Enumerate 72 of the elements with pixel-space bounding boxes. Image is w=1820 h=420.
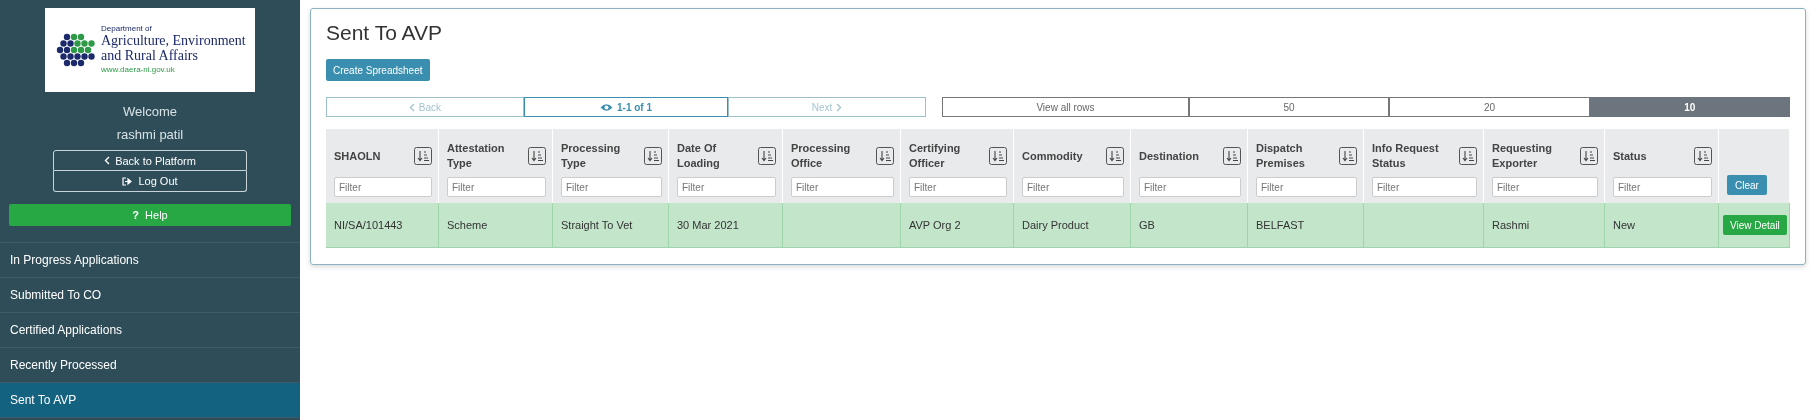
table-cell: 30 Mar 2021	[668, 203, 783, 248]
filter-field[interactable]: Filter	[1613, 177, 1712, 197]
logo-url: www.daera-ni.gov.uk	[101, 66, 176, 75]
sort-icon[interactable]	[528, 147, 546, 165]
column-label: Info Request Status	[1372, 141, 1440, 171]
filter-field[interactable]: Filter	[561, 177, 662, 197]
column-label: Certifying Officer	[909, 141, 962, 171]
sort-icon[interactable]	[1459, 147, 1477, 165]
page-size-button[interactable]: 10	[1589, 97, 1790, 117]
logo-department-text: Department of	[101, 25, 153, 34]
filter-field[interactable]: Filter	[1492, 177, 1598, 197]
eye-icon	[600, 102, 613, 112]
sort-icon[interactable]	[758, 147, 776, 165]
column-label: Date Of Loading	[677, 141, 721, 171]
filter-field[interactable]: Filter	[909, 177, 1007, 197]
table-cell: New	[1604, 203, 1719, 248]
column-label: Attestation Type	[447, 141, 506, 171]
create-spreadsheet-button[interactable]: Create Spreadsheet	[326, 59, 430, 81]
column-label: Status	[1613, 148, 1647, 164]
logo-title: and Rural Affairs	[101, 48, 199, 64]
page-range: 1-1 of 1	[523, 97, 729, 117]
sort-icon[interactable]	[1339, 147, 1357, 165]
page-title: Sent To AVP	[326, 21, 443, 45]
logo-title: Agriculture, Environment	[101, 33, 246, 49]
page-size-button[interactable]: View all rows	[942, 97, 1189, 117]
column-label: Dispatch Premises	[1256, 141, 1306, 171]
filter-field[interactable]: Filter	[677, 177, 776, 197]
filter-field[interactable]: Filter	[1139, 177, 1241, 197]
chevron-right-icon	[836, 102, 843, 112]
nav-item[interactable]: Sent To AVP	[0, 383, 300, 418]
log-out-button[interactable]: Log Out	[53, 171, 247, 192]
column-label: Requesting Exporter	[1492, 141, 1553, 171]
filter-field[interactable]: Filter	[447, 177, 546, 197]
nav-item[interactable]: In Progress Applications	[0, 243, 300, 278]
table-cell: AVP Org 2	[900, 203, 1014, 248]
column-label: SHAOLN	[334, 148, 381, 164]
nav-item[interactable]: Submitted To CO	[0, 278, 300, 313]
sort-icon[interactable]	[644, 147, 662, 165]
sort-icon[interactable]	[414, 147, 432, 165]
column-label: Processing Type	[561, 141, 622, 171]
chevron-left-icon	[408, 102, 415, 112]
table-cell: GB	[1130, 203, 1248, 248]
table-cell: Dairy Product	[1013, 203, 1131, 248]
table-cell: BELFAST	[1247, 203, 1364, 248]
page-size-button[interactable]: 50	[1188, 97, 1390, 117]
hexagon-dots-icon	[55, 32, 95, 68]
sort-icon[interactable]	[1223, 147, 1241, 165]
filter-field[interactable]: Filter	[334, 177, 432, 197]
chevron-left-icon	[104, 156, 111, 165]
table-cell: Straight To Vet	[552, 203, 669, 248]
filter-field[interactable]: Filter	[1256, 177, 1357, 197]
sort-icon[interactable]	[989, 147, 1007, 165]
sort-icon[interactable]	[1694, 147, 1712, 165]
column-label: Commodity	[1022, 148, 1083, 164]
sort-icon[interactable]	[1580, 147, 1598, 165]
clear-button[interactable]: Clear	[1727, 175, 1767, 195]
sort-icon[interactable]	[876, 147, 894, 165]
nav-item[interactable]: Certified Applications	[0, 313, 300, 348]
filter-field[interactable]: Filter	[1372, 177, 1477, 197]
back-to-platform-button[interactable]: Back to Platform	[53, 150, 247, 171]
log-out-icon	[122, 176, 134, 186]
table-cell: Rashmi	[1483, 203, 1605, 248]
page-size-button[interactable]: 20	[1389, 97, 1590, 117]
user-name: rashmi patil	[116, 127, 184, 142]
welcome-text: Welcome	[123, 104, 177, 119]
table-cell: NI/SA/101443	[326, 203, 439, 248]
sort-icon[interactable]	[1106, 147, 1124, 165]
filter-field[interactable]: Filter	[791, 177, 894, 197]
column-label: Destination	[1139, 148, 1199, 164]
column-label: Processing Office	[791, 141, 852, 171]
table-cell: Scheme	[438, 203, 553, 248]
filter-field[interactable]: Filter	[1022, 177, 1124, 197]
